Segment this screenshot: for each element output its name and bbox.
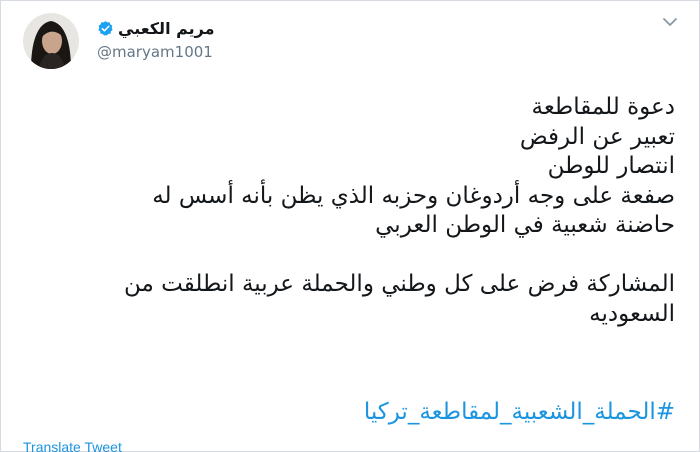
display-name[interactable]: مريم الكعبي	[118, 19, 215, 38]
chevron-down-icon[interactable]	[661, 15, 679, 29]
verified-badge-icon	[98, 21, 113, 36]
avatar[interactable]	[23, 13, 79, 69]
translate-tweet-link[interactable]: Translate Tweet	[23, 439, 122, 452]
tweet-line: السعوديه	[589, 300, 675, 327]
author-info: مريم الكعبي @maryam1001	[97, 13, 297, 73]
tweet-line: دعوة للمقاطعة	[531, 94, 675, 120]
tweet-line: حاضنة شعبية في الوطن العربي	[375, 212, 675, 238]
tweet-card: مريم الكعبي @maryam1001 دعوة للمقاطعة تع…	[0, 0, 700, 452]
user-handle[interactable]: @maryam1001	[97, 43, 213, 61]
tweet-line: المشاركة فرض على كل وطني والحملة عربية ا…	[124, 271, 675, 297]
tweet-line: صفعة على وجه أردوغان وحزبه الذي يظن بأنه…	[152, 182, 675, 209]
tweet-line: تعبير عن الرفض	[519, 123, 675, 150]
tweet-text: دعوة للمقاطعة تعبير عن الرفض انتصار للوط…	[35, 93, 675, 329]
hashtag-link[interactable]: #الحملة_الشعبية_لمقاطعة_تركيا	[364, 399, 675, 425]
tweet-line: انتصار للوطن	[547, 153, 675, 179]
display-name-row: مريم الكعبي	[97, 19, 215, 38]
